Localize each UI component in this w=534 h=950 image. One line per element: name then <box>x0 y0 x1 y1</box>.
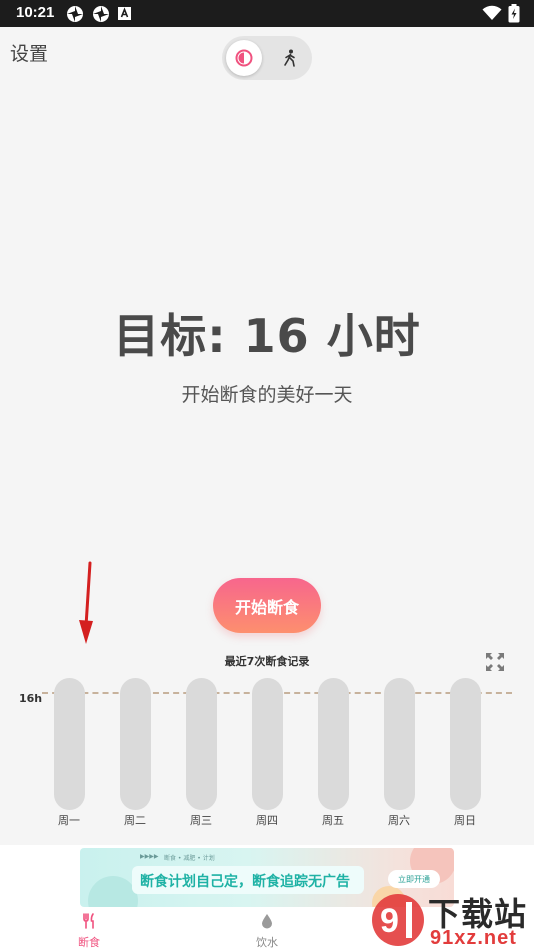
battery-charging-icon <box>508 4 520 27</box>
ad-decoration <box>88 876 138 907</box>
watermark-logo-icon: 9 <box>372 894 424 946</box>
ad-top-left: ▶▶▶▶ <box>140 853 159 860</box>
annotation-arrow-icon <box>74 560 98 650</box>
walking-mode-option[interactable] <box>272 40 308 76</box>
water-drop-icon <box>262 914 272 929</box>
status-bar: 10:21 <box>0 0 534 27</box>
nav-item-fasting[interactable]: 断食 <box>59 913 119 950</box>
history-title: 最近7次断食记录 <box>224 655 310 668</box>
walking-icon <box>284 49 295 67</box>
day-label: 周五 <box>322 814 344 827</box>
history-bar <box>252 678 283 810</box>
nav-label-fasting: 断食 <box>78 936 100 949</box>
pinwheel-icon <box>92 5 110 27</box>
a-box-icon <box>118 5 132 24</box>
fork-knife-icon <box>83 913 94 929</box>
day-label: 周二 <box>124 814 146 827</box>
wifi-icon <box>482 5 502 25</box>
svg-text:9: 9 <box>380 902 399 940</box>
history-bar <box>450 678 481 810</box>
fasting-moon-icon <box>235 49 253 67</box>
history-bar <box>120 678 151 810</box>
ad-cta-button[interactable]: 立即开通 <box>388 870 440 888</box>
ad-top-right: 断食 • 减肥 • 计划 <box>164 855 215 862</box>
fasting-mode-option[interactable] <box>226 40 262 76</box>
pinwheel-icon <box>66 5 84 27</box>
history-bar <box>318 678 349 810</box>
nav-label-water: 饮水 <box>256 936 278 949</box>
history-bar <box>186 678 217 810</box>
start-fasting-button[interactable]: 开始断食 <box>213 578 321 633</box>
history-bar <box>384 678 415 810</box>
watermark: 9 下载站 91xz.net <box>366 889 534 950</box>
goal-subtitle: 开始断食的美好一天 <box>181 384 353 406</box>
day-label: 周四 <box>256 814 278 827</box>
day-label: 周三 <box>190 814 212 827</box>
watermark-url: 91xz.net <box>430 927 517 949</box>
mode-toggle[interactable] <box>222 36 312 80</box>
ad-text: 断食计划自己定，断食追踪无广告 <box>140 874 350 890</box>
day-label: 周日 <box>454 814 476 827</box>
expand-icon[interactable] <box>484 651 506 677</box>
day-label: 周六 <box>388 814 410 827</box>
settings-link[interactable]: 设置 <box>10 39 48 66</box>
status-time: 10:21 <box>16 4 55 21</box>
history-bar <box>54 678 85 810</box>
nav-item-water[interactable]: 饮水 <box>237 913 297 950</box>
goal-title: 目标: 16 小时 <box>113 309 421 363</box>
day-label: 周一 <box>58 814 80 827</box>
target-hours-label: 16h <box>19 692 43 705</box>
